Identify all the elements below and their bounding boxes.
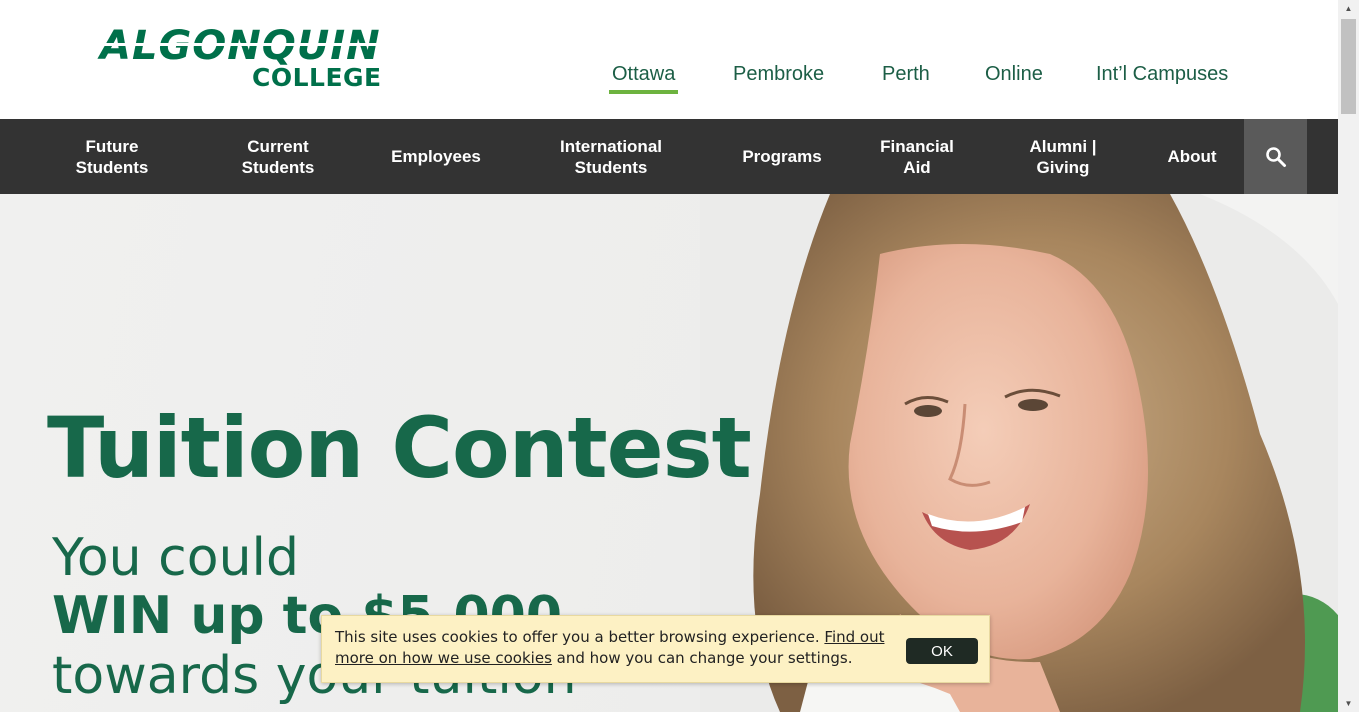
scrollbar-thumb[interactable] [1341, 19, 1356, 114]
nav-alumni-giving[interactable]: Alumni | Giving [1013, 119, 1113, 194]
nav-programs[interactable]: Programs [727, 119, 837, 194]
scroll-down-arrow-icon[interactable]: ▼ [1338, 695, 1359, 712]
nav-current-students[interactable]: Current Students [218, 119, 338, 194]
scroll-up-arrow-icon[interactable]: ▲ [1338, 0, 1359, 17]
cookie-ok-button[interactable]: OK [906, 638, 978, 664]
nav-label: Alumni | [1029, 136, 1097, 156]
cookie-banner: This site uses cookies to offer you a be… [321, 615, 990, 683]
nav-employees[interactable]: Employees [376, 119, 496, 194]
site-header: ALGONQUIN COLLEGE Ottawa Pembroke Perth … [0, 0, 1338, 119]
nav-label: Future [85, 136, 139, 156]
nav-label: Students [574, 157, 648, 177]
search-icon [1265, 146, 1286, 167]
logo-line-1: ALGONQUIN [100, 23, 381, 69]
nav-financial-aid[interactable]: Financial Aid [867, 119, 967, 194]
nav-label: About [1167, 147, 1217, 166]
page-scrollbar[interactable]: ▲ ▼ [1338, 0, 1359, 712]
nav-label: Students [75, 157, 149, 177]
nav-label: Programs [742, 147, 822, 166]
nav-about[interactable]: About [1152, 119, 1232, 194]
nav-international-students[interactable]: International Students [541, 119, 681, 194]
campus-link-pembroke[interactable]: Pembroke [733, 62, 824, 86]
main-nav: Future Students Current Students Employees… [0, 119, 1338, 194]
cookie-text-before: This site uses cookies to offer you a be… [335, 628, 825, 646]
cookie-text-after: and how you can change your settings. [551, 649, 853, 667]
search-button[interactable] [1244, 119, 1307, 194]
campus-link-perth[interactable]: Perth [882, 62, 930, 86]
cookie-message: This site uses cookies to offer you a be… [335, 627, 910, 669]
nav-label: Aid [903, 157, 931, 177]
nav-label: International [559, 136, 662, 156]
nav-label: Giving [1036, 157, 1090, 177]
nav-future-students[interactable]: Future Students [52, 119, 172, 194]
nav-label: Current [247, 136, 309, 156]
campus-link-intl-campuses[interactable]: Int’l Campuses [1096, 62, 1228, 86]
logo-stripe [100, 43, 390, 46]
campus-nav: Ottawa Pembroke Perth Online Int’l Campu… [0, 62, 1338, 98]
hero-subtitle-line-1: You could [52, 528, 299, 588]
nav-label: Employees [391, 147, 481, 166]
campus-link-ottawa[interactable]: Ottawa [608, 62, 679, 94]
nav-label: Financial [880, 136, 954, 156]
campus-link-online[interactable]: Online [985, 62, 1043, 86]
hero-title: Tuition Contest [47, 399, 752, 497]
nav-label: Students [241, 157, 315, 177]
